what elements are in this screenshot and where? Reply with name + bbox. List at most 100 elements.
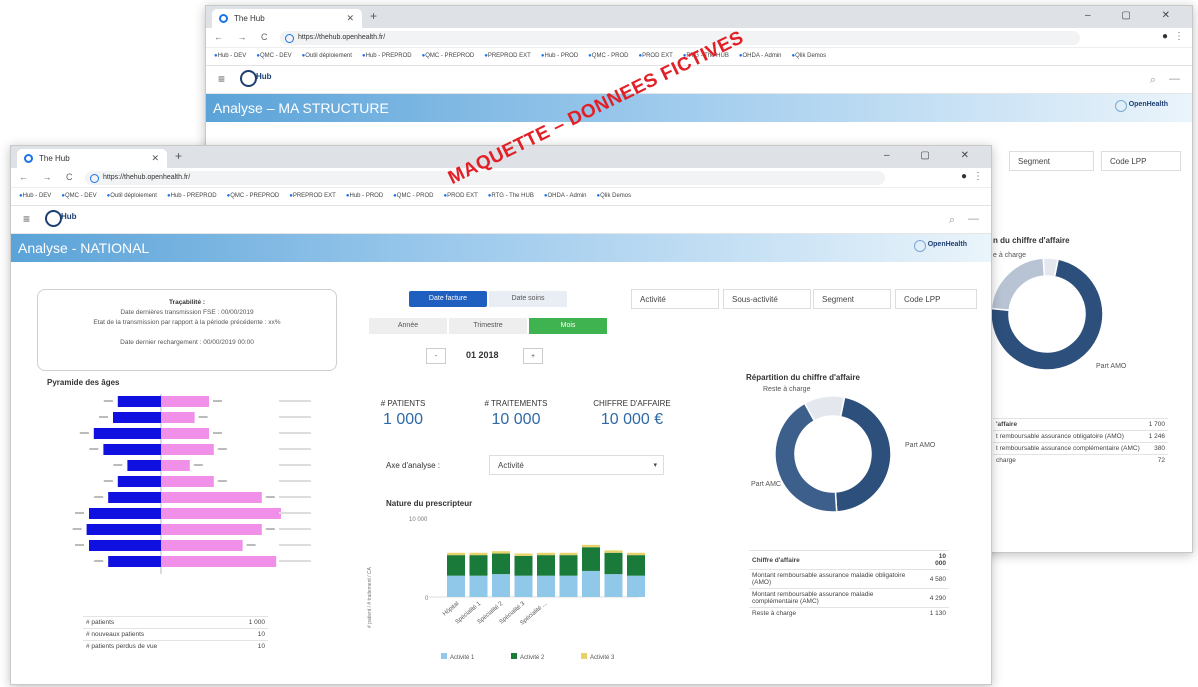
window-controls[interactable]: – ▢ ✕ <box>884 150 983 161</box>
presc-bar-segment <box>559 555 578 576</box>
activite-dropdown[interactable]: Activité <box>631 289 719 309</box>
pyramid-bar-male <box>117 396 161 407</box>
pyramid-bar-male <box>113 412 161 423</box>
nav-icons[interactable]: ← → C <box>19 172 79 182</box>
more-icon[interactable]: — <box>1169 73 1180 85</box>
traceability-box: Traçabilité : Date dernières transmissio… <box>37 289 337 371</box>
table-cell: 4 580 <box>924 569 949 589</box>
close-tab-icon[interactable]: ✕ <box>151 153 159 164</box>
table-cell: t remboursable assurance obligatoire (AM… <box>993 430 1146 443</box>
pyramid-row-label <box>279 448 311 450</box>
pyramid-bar-male <box>103 444 161 455</box>
bookmark[interactable]: QMC - PREPROD <box>422 53 475 59</box>
presc-bar-segment <box>627 555 645 576</box>
favicon-icon <box>24 154 33 163</box>
table-row: charge 72 <box>993 454 1168 466</box>
search-icon[interactable]: ⌕ <box>1150 74 1156 87</box>
segment-dropdown[interactable]: Segment <box>813 289 891 309</box>
tab-title: The Hub <box>39 154 70 163</box>
menu-icon[interactable]: ⋮ <box>1174 31 1184 42</box>
bookmark[interactable]: PROD EXT <box>443 193 477 199</box>
presc-bar-segment <box>582 570 600 597</box>
presc-bar-segment <box>469 555 488 576</box>
pyramid-bar-female <box>161 556 277 567</box>
bookmark[interactable]: QMC - DEV <box>256 53 291 59</box>
search-icon[interactable]: ⌕ <box>949 214 955 227</box>
nav-icons[interactable]: ← → C <box>214 32 274 42</box>
pyramid-value-mark <box>75 544 84 546</box>
pyramid-value-mark <box>72 528 82 530</box>
annee-button[interactable]: Année <box>369 318 447 334</box>
trimestre-button[interactable]: Trimestre <box>449 318 527 334</box>
bookmark[interactable]: Outil déploiement <box>107 193 157 199</box>
table-cell: Montant remboursable assurance maladie c… <box>749 588 925 608</box>
pyramid-row-label <box>279 544 311 546</box>
presc-bar-segment <box>604 574 623 597</box>
tab-title: The Hub <box>234 14 265 23</box>
bookmark[interactable]: PROD EXT <box>638 53 672 59</box>
bookmark[interactable]: QMC - DEV <box>61 193 96 199</box>
hamburger-icon[interactable]: ≡ <box>218 72 225 86</box>
bookmark[interactable]: Qlik Demos <box>597 193 632 199</box>
bookmark[interactable]: Hub - DEV <box>214 53 246 59</box>
mois-button[interactable]: Mois <box>529 318 607 334</box>
presc-bar-segment <box>537 555 555 576</box>
segment-dropdown[interactable]: Segment <box>1009 151 1094 171</box>
sous-activite-dropdown[interactable]: Sous-activité <box>723 289 811 309</box>
code-lpp-dropdown[interactable]: Code LPP <box>1101 151 1181 171</box>
pyramid-value-mark <box>94 560 104 562</box>
table-cell: 'affaire <box>993 418 1146 431</box>
table-cell: # patients <box>83 616 227 629</box>
presc-bar-segment <box>582 547 600 571</box>
table-row: t remboursable assurance obligatoire (AM… <box>993 430 1168 443</box>
axe-dropdown[interactable]: Activité ▾ <box>489 455 664 475</box>
donut-slice <box>834 396 892 513</box>
table-row: Montant remboursable assurance maladie o… <box>749 569 949 589</box>
more-icon[interactable]: — <box>968 213 979 225</box>
pyramid-bar-male <box>127 460 161 471</box>
date-facture-button[interactable]: Date facture <box>409 291 487 307</box>
bookmark[interactable]: RTG - The HUB <box>488 193 534 199</box>
new-tab-icon[interactable]: + <box>175 149 182 163</box>
code-lpp-dropdown[interactable]: Code LPP <box>895 289 977 309</box>
browser-tab[interactable]: The Hub ✕ <box>212 9 362 28</box>
close-tab-icon[interactable]: ✕ <box>346 13 354 24</box>
pyramid-bar-female <box>161 412 195 423</box>
openhealth-logo: OpenHealth <box>1114 100 1168 112</box>
pyramid-value-mark <box>246 544 256 546</box>
window-controls[interactable]: – ▢ ✕ <box>1085 10 1184 21</box>
bookmark[interactable]: Hub - PROD <box>541 53 578 59</box>
date-soins-button[interactable]: Date soins <box>489 291 567 307</box>
bookmark[interactable]: PREPROD EXT <box>289 193 336 199</box>
pyramid-value-mark <box>198 416 208 418</box>
bookmark[interactable]: OHDA - Admin <box>739 53 782 59</box>
legend-swatch <box>581 653 587 659</box>
trace-line: Date dernières transmission FSE : 00/00/… <box>120 309 254 316</box>
url-field[interactable]: https://thehub.openhealth.fr/ <box>280 31 1080 45</box>
bookmark[interactable]: Hub - PROD <box>346 193 383 199</box>
account-icon[interactable]: ● <box>1162 31 1168 42</box>
kpi-patients-label: # PATIENTS <box>380 399 426 408</box>
period-next-button[interactable]: + <box>523 348 543 364</box>
bookmark[interactable]: QMC - PROD <box>588 53 628 59</box>
bookmark[interactable]: Hub - PREPROD <box>167 193 217 199</box>
hamburger-icon[interactable]: ≡ <box>23 212 30 226</box>
browser-tab[interactable]: The Hub ✕ <box>17 149 167 168</box>
prescripteur-chart: 10 000 0 # patient / # traitement / CA H… <box>367 517 645 661</box>
bookmark[interactable]: QMC - PROD <box>393 193 433 199</box>
presc-bar-segment <box>492 574 510 597</box>
pyramid-value-mark <box>265 528 275 530</box>
period-prev-button[interactable]: - <box>426 348 446 364</box>
bookmark[interactable]: Hub - PREPROD <box>362 53 412 59</box>
bookmark[interactable]: QMC - PREPROD <box>227 193 280 199</box>
presc-bar-segment <box>492 551 510 554</box>
presc-bar-segment <box>537 575 555 597</box>
bookmark[interactable]: Outil déploiement <box>302 53 352 59</box>
bookmark[interactable]: PREPROD EXT <box>484 53 531 59</box>
menu-icon[interactable]: ⋮ <box>973 171 983 182</box>
bookmark[interactable]: Qlik Demos <box>792 53 827 59</box>
bookmark[interactable]: Hub - DEV <box>19 193 51 199</box>
bookmark[interactable]: OHDA - Admin <box>544 193 587 199</box>
account-icon[interactable]: ● <box>961 171 967 182</box>
new-tab-icon[interactable]: + <box>370 9 377 23</box>
